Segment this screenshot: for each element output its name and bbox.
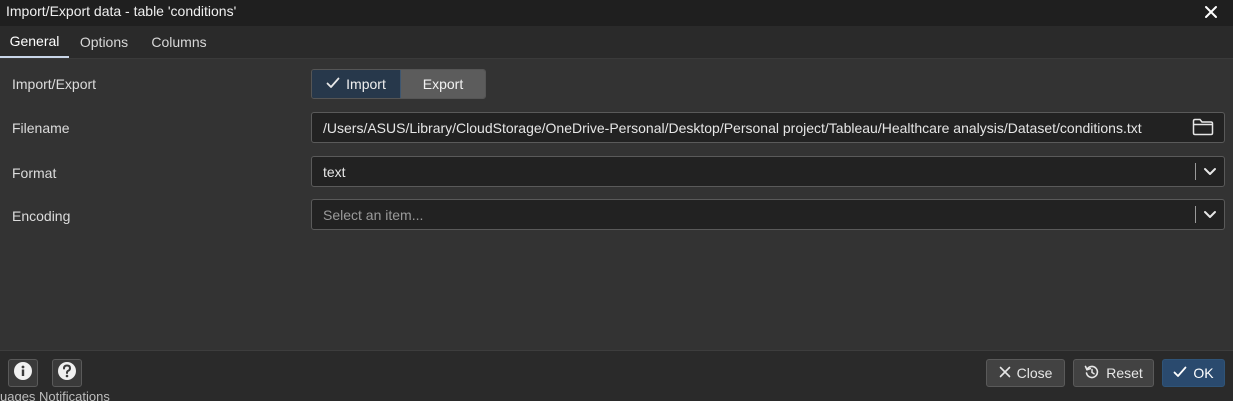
check-icon [1173,365,1187,381]
encoding-placeholder: Select an item... [323,206,424,223]
ok-button[interactable]: OK [1162,359,1225,387]
encoding-label: Encoding [12,208,71,224]
chevron-down-icon[interactable] [1202,163,1218,180]
ok-button-label: OK [1193,365,1214,381]
reset-icon [1084,364,1100,383]
help-button[interactable] [52,359,82,387]
filename-label: Filename [12,120,70,136]
filename-input[interactable]: /Users/ASUS/Library/CloudStorage/OneDriv… [323,113,1142,142]
import-export-dialog: Import/Export data - table 'conditions' … [0,0,1233,401]
close-icon[interactable] [1203,3,1219,21]
tab-bar: General Options Columns [0,26,1233,59]
info-icon [13,361,33,386]
help-icon [57,361,77,386]
encoding-select[interactable]: Select an item... [311,199,1225,230]
close-button-label: Close [1016,365,1053,381]
reset-button[interactable]: Reset [1073,359,1154,387]
import-export-label: Import/Export [12,76,97,92]
background-window-text: uages Notifications [0,389,110,401]
title-bar[interactable]: Import/Export data - table 'conditions' [0,0,1233,26]
filename-field[interactable]: /Users/ASUS/Library/CloudStorage/OneDriv… [311,112,1225,143]
format-select[interactable]: text [311,156,1225,187]
export-option[interactable]: Export [401,70,485,98]
select-divider [1195,163,1196,180]
reset-button-label: Reset [1106,365,1143,381]
import-option-label: Import [346,76,386,92]
import-option[interactable]: Import [312,70,401,98]
tab-options[interactable]: Options [69,26,139,58]
chevron-down-icon[interactable] [1202,206,1218,223]
import-export-toggle: Import Export [311,69,486,99]
tab-columns[interactable]: Columns [139,26,219,58]
check-icon [326,76,340,92]
info-button[interactable] [8,359,38,387]
close-icon [999,365,1011,381]
select-divider [1195,206,1196,223]
dialog-title: Import/Export data - table 'conditions' [6,3,237,19]
format-value: text [323,163,346,180]
tab-general[interactable]: General [0,26,69,58]
general-panel: Import/Export Import Export Filename /Us… [0,59,1233,350]
format-label: Format [12,165,57,181]
folder-icon[interactable] [1192,118,1214,136]
close-button[interactable]: Close [986,359,1065,387]
